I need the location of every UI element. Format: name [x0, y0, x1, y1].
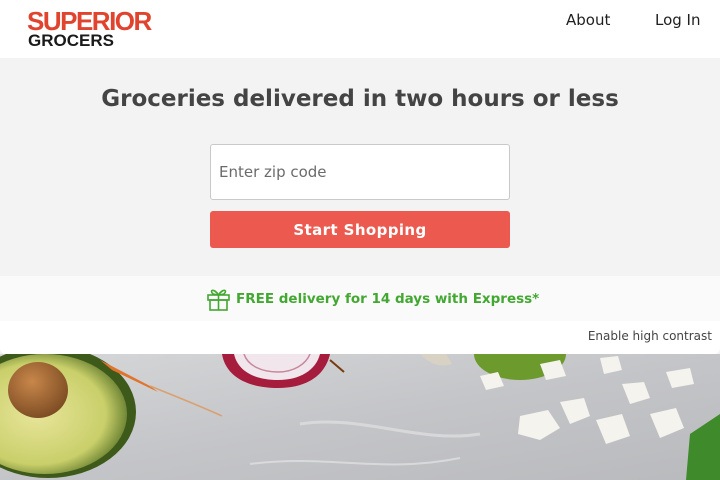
- hero-headline: Groceries delivered in two hours or less: [101, 86, 619, 112]
- enable-high-contrast-link[interactable]: Enable high contrast: [588, 329, 712, 343]
- login-link[interactable]: Log In: [655, 11, 701, 29]
- logo-grocers-text: GROCERS: [28, 31, 114, 50]
- zip-code-input[interactable]: [210, 144, 510, 200]
- start-shopping-button[interactable]: Start Shopping: [210, 211, 510, 248]
- site-header: SUPERIOR GROCERS About Log In: [0, 0, 720, 58]
- promo-banner[interactable]: FREE delivery for 14 days with Express*: [0, 276, 720, 321]
- superior-grocers-logo[interactable]: SUPERIOR GROCERS: [27, 8, 152, 50]
- groceries-photo: [0, 354, 720, 480]
- about-link[interactable]: About: [566, 11, 610, 29]
- accessibility-bar: Enable high contrast: [0, 321, 720, 354]
- promo-text: FREE delivery for 14 days with Express*: [236, 291, 540, 307]
- gift-icon: [205, 285, 232, 312]
